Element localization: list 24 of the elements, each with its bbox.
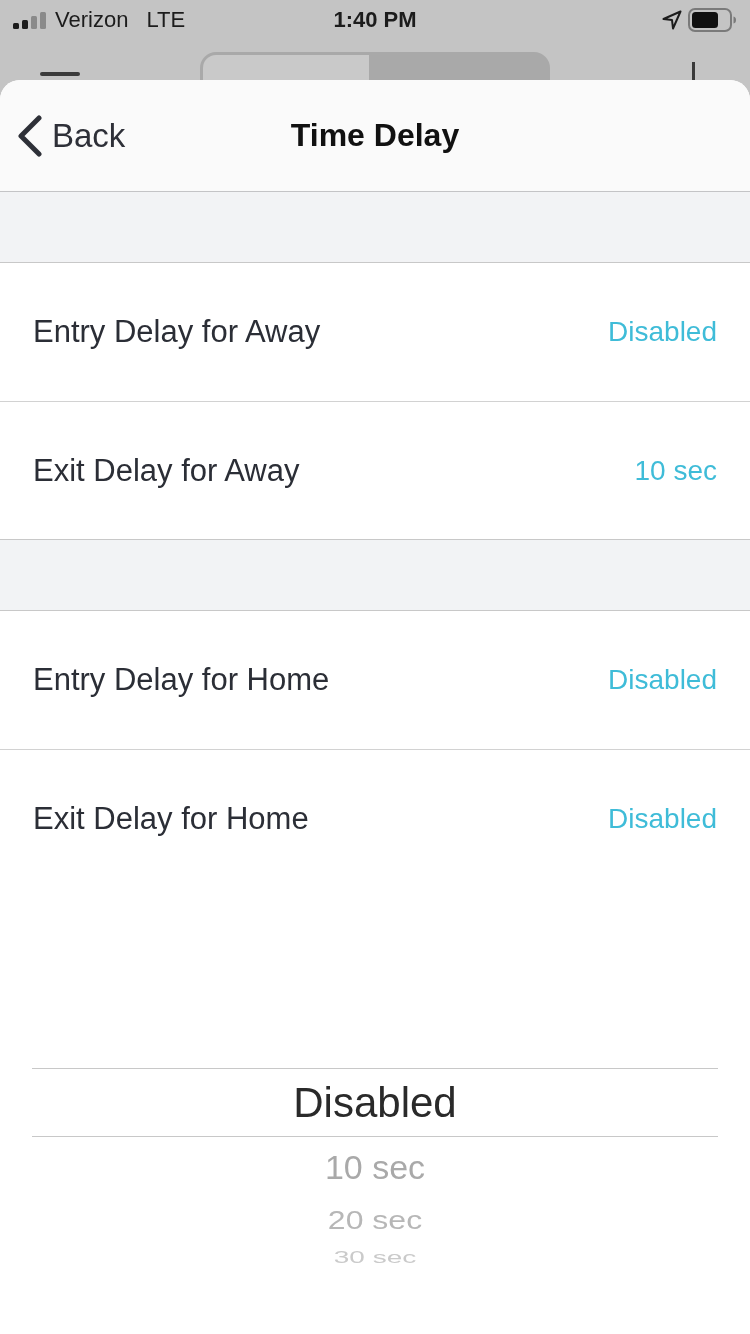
setting-label: Entry Delay for Away xyxy=(33,314,321,350)
picker-option[interactable]: 10 sec xyxy=(324,1137,426,1197)
location-arrow-icon xyxy=(662,10,682,30)
setting-label: Exit Delay for Away xyxy=(33,452,300,489)
network-type: LTE xyxy=(146,7,186,33)
segment-tab[interactable] xyxy=(372,52,550,80)
setting-value[interactable]: Disabled xyxy=(608,316,717,348)
back-chevron-icon xyxy=(18,114,42,157)
picker-option[interactable]: Disabled xyxy=(293,1069,457,1136)
carrier-name: Verizon xyxy=(55,7,129,33)
setting-value[interactable]: Disabled xyxy=(608,664,717,696)
setting-label: Entry Delay for Home xyxy=(33,662,330,698)
picker-option[interactable]: 20 sec xyxy=(327,1202,423,1238)
back-button[interactable]: Back xyxy=(18,114,126,157)
setting-value[interactable]: Disabled xyxy=(608,802,717,835)
screen-title: Time Delay xyxy=(290,117,460,154)
setting-value[interactable]: 10 sec xyxy=(634,454,717,487)
horizontal-bar-icon[interactable] xyxy=(40,72,80,76)
vertical-bar-icon[interactable] xyxy=(692,62,695,80)
setting-label: Exit Delay for Home xyxy=(33,800,309,837)
battery-icon xyxy=(688,8,737,32)
clock-time: 1:40 PM xyxy=(333,7,417,33)
signal-icon xyxy=(13,11,46,29)
segment-tab[interactable] xyxy=(200,52,372,80)
